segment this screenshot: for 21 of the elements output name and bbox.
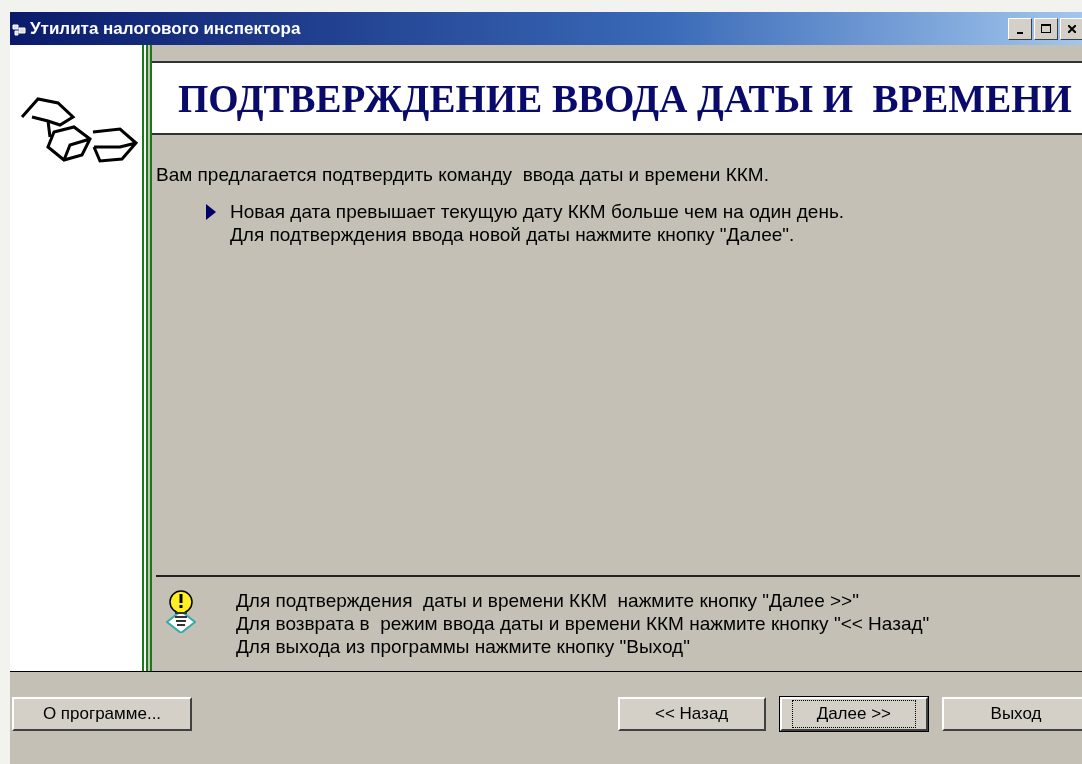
notice-text: Новая дата превышает текущую дату ККМ больше чем на один день. xyxy=(230,200,845,223)
about-button[interactable]: О программе... xyxy=(12,697,192,731)
notice-text: Для подтверждения ввода новой даты нажмите кнопку "Далее". xyxy=(230,223,796,246)
next-button[interactable]: Далее >> xyxy=(779,697,928,731)
back-button[interactable]: << Назад xyxy=(617,697,766,731)
maximize-button[interactable] xyxy=(1034,17,1058,40)
minimize-button[interactable] xyxy=(1008,17,1032,40)
hint-text: Для возврата в режим ввода даты и времени ККМ нажмите кнопку "<< Назад" xyxy=(236,612,930,635)
window-title: Утилита налогового инспектора xyxy=(30,18,302,39)
exit-button[interactable]: Выход xyxy=(942,697,1082,731)
close-button[interactable] xyxy=(1060,17,1082,40)
intro-text: Вам предлагается подтвердить команду ввода даты и времени ККМ. xyxy=(156,163,770,186)
app-icon xyxy=(12,21,28,36)
hint-text: Для выхода из программы нажмите кнопку "Выход" xyxy=(236,635,691,658)
triangle-bullet-icon xyxy=(206,204,216,220)
page-heading: ПОДТВЕРЖДЕНИЕ ВВОДА ДАТЫ И ВРЕМЕНИ xyxy=(178,75,1072,121)
minimize-icon xyxy=(1017,31,1023,34)
maximize-icon xyxy=(1041,24,1051,33)
hint-text: Для подтверждения даты и времени ККМ нажмите кнопку "Далее >>" xyxy=(236,589,860,612)
lightbulb-icon xyxy=(166,589,196,633)
close-icon xyxy=(1068,24,1076,33)
